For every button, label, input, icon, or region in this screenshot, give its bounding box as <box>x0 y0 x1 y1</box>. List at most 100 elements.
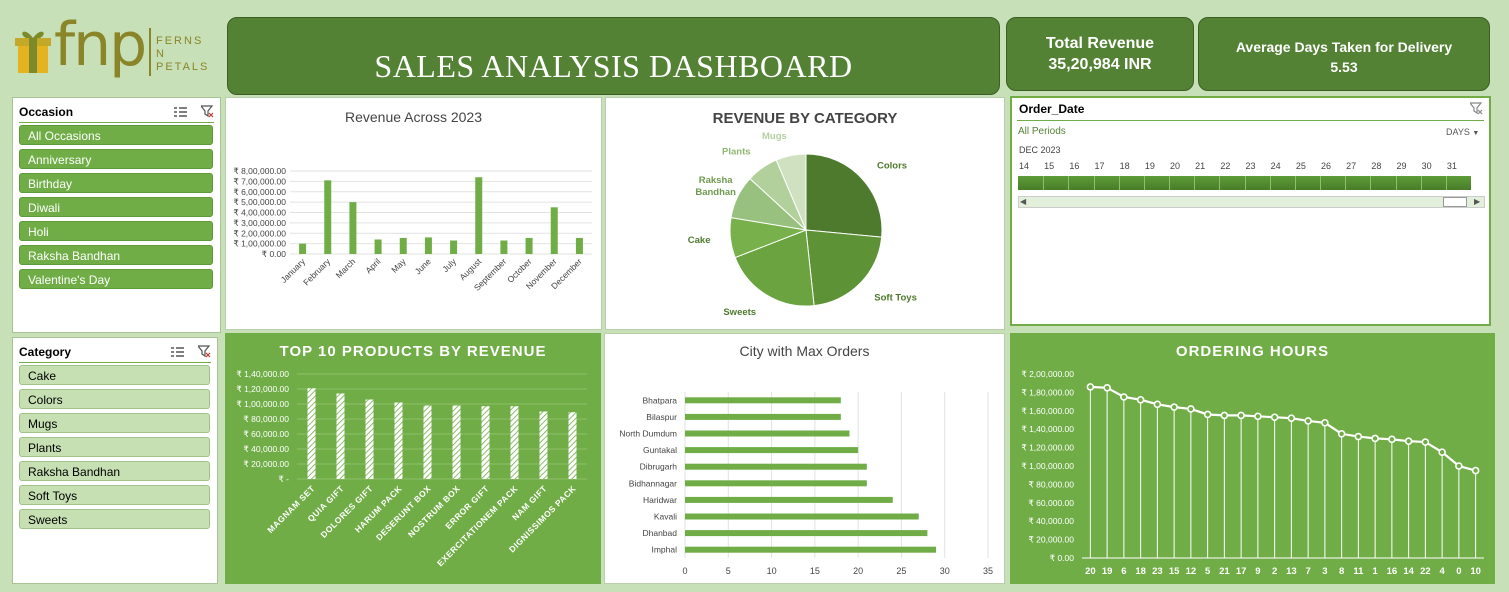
timeline-day-tick <box>1194 176 1196 190</box>
scroll-thumb[interactable] <box>1443 197 1467 207</box>
line-marker <box>1170 403 1178 411</box>
y-tick-label: North Dumdum <box>619 429 677 439</box>
category-item[interactable]: Colors <box>19 389 210 409</box>
x-tick-label: 2 <box>1272 566 1277 577</box>
pie-label: Plants <box>722 147 751 158</box>
city-orders-chart: 0 5 10 15 20 25 30 35 Bhatpara Bilaspur North Dumd… <box>619 392 993 576</box>
logo-word-2: N <box>156 48 164 60</box>
y-tick-label: Bhatpara <box>643 395 678 405</box>
timeline-day-label: 30 <box>1421 161 1432 171</box>
timeline-level-dropdown[interactable]: DAYS ▼ <box>1446 127 1479 137</box>
timeline-day-label: 27 <box>1346 161 1357 171</box>
line-marker <box>1120 393 1128 401</box>
category-item[interactable]: Soft Toys <box>19 485 210 505</box>
order-date-timeline: Order_Date All Periods DAYS ▼ DEC 2023 1… <box>1010 96 1491 326</box>
occasion-item[interactable]: Holi <box>19 221 213 241</box>
occasion-item[interactable]: All Occasions <box>19 125 213 145</box>
timeline-day-tick <box>1345 176 1347 190</box>
line-marker <box>1438 448 1446 456</box>
bar <box>324 180 332 254</box>
category-pie-chart: Colors Soft Toys Sweets Cake Raksha Bandhan Pl… <box>688 131 917 318</box>
y-tick-label: ₹ 7,00,000.00 <box>233 176 286 186</box>
timeline-day-label: 22 <box>1220 161 1231 171</box>
line-marker <box>1103 383 1111 392</box>
y-tick-label: ₹ 4,00,000.00 <box>233 208 286 218</box>
x-tick-label: 21 <box>1219 566 1230 577</box>
timeline-day-tick <box>1169 176 1170 190</box>
category-item[interactable]: Plants <box>19 437 210 457</box>
timeline-scrollbar[interactable]: ◀ ▶ <box>1018 196 1485 208</box>
line-marker <box>1321 418 1329 427</box>
timeline-day-label: 25 <box>1295 161 1306 171</box>
city-orders-panel: City with Max Orders 0 5 10 15 20 25 30 35 Bhatp… <box>604 333 1005 584</box>
occasion-item[interactable]: Birthday <box>19 173 213 193</box>
category-item[interactable]: Mugs <box>19 413 210 433</box>
y-tick-label: ₹ 1,20,000.00 <box>236 384 289 394</box>
x-tick-label: 12 <box>1186 566 1197 577</box>
scroll-left-icon[interactable]: ◀ <box>1020 197 1026 206</box>
timeline-day-label: 18 <box>1119 161 1130 171</box>
line-marker <box>1337 430 1346 438</box>
x-tick-label: 6 <box>1121 566 1126 577</box>
avg-delivery-label: Average Days Taken for Delivery <box>1235 39 1453 55</box>
x-tick-label: MAGNAM SET <box>265 483 317 535</box>
timeline-level: DAYS <box>1446 127 1470 137</box>
y-tick-label: ₹ 0.00 <box>262 249 287 259</box>
y-tick-label: ₹ 1,00,000.00 <box>236 399 289 409</box>
clear-filter-icon[interactable] <box>198 345 211 358</box>
x-tick-label: 17 <box>1236 566 1247 577</box>
occasion-item[interactable]: Diwali <box>19 197 213 217</box>
y-tick-label: ₹ 20,000.00 <box>243 459 289 469</box>
x-tick-label: March <box>334 256 358 280</box>
bar <box>685 530 928 537</box>
timeline-day-tick <box>1294 176 1296 190</box>
bar <box>550 207 558 254</box>
occasion-item[interactable]: Anniversary <box>19 149 213 169</box>
timeline-day-label: 31 <box>1446 161 1457 171</box>
clear-filter-icon[interactable] <box>201 105 214 118</box>
y-tick-label: ₹ 80,000.00 <box>1028 479 1074 489</box>
y-tick-label: ₹ 1,60,000.00 <box>1021 406 1074 416</box>
x-tick-label: July <box>440 256 458 274</box>
logo-mark: fnp <box>54 10 147 80</box>
x-tick-label: 7 <box>1305 566 1310 577</box>
x-tick-label: 8 <box>1339 566 1344 577</box>
bar <box>481 406 490 479</box>
pie-label: Cake <box>688 235 711 246</box>
timeline-day-tick <box>1320 176 1321 190</box>
total-revenue-label: Total Revenue <box>1045 34 1155 52</box>
timeline-day-label: 29 <box>1396 161 1407 171</box>
bar <box>500 240 508 254</box>
ordering-hours-panel: ORDERING HOURS ₹ 0.00 ₹ 20,000.00 ₹ 40,000… <box>1010 333 1495 584</box>
avg-delivery-value: 5.53 <box>1330 59 1358 75</box>
bar <box>525 237 533 254</box>
timeline-day-label: 21 <box>1195 161 1206 171</box>
multi-select-icon[interactable] <box>171 346 184 358</box>
multi-select-icon[interactable] <box>174 106 187 118</box>
x-tick-label: April <box>363 256 382 275</box>
timeline-day-tick <box>1093 176 1095 190</box>
timeline-day-label: 16 <box>1069 161 1080 171</box>
bar <box>685 480 867 487</box>
line-marker <box>1421 438 1430 446</box>
occasion-item[interactable]: Valentine's Day <box>19 269 213 289</box>
total-revenue-value: 35,20,984 INR <box>1048 55 1152 73</box>
y-tick-label: ₹ 6,00,000.00 <box>233 187 286 197</box>
scroll-right-icon[interactable]: ▶ <box>1474 197 1480 206</box>
bar <box>394 402 403 479</box>
x-tick-label: 10 <box>1470 566 1481 577</box>
line-marker <box>1471 466 1480 475</box>
occasion-item[interactable]: Raksha Bandhan <box>19 245 213 265</box>
category-item[interactable]: Cake <box>19 365 210 385</box>
category-item[interactable]: Sweets <box>19 509 210 529</box>
category-slicer-title: Category <box>19 344 72 359</box>
clear-filter-icon[interactable] <box>1470 102 1483 115</box>
x-tick-label: 5 <box>1205 566 1211 577</box>
timeline-day-label: 14 <box>1019 161 1030 171</box>
timeline-day-tick <box>1068 176 1070 190</box>
bar <box>452 405 461 479</box>
category-item[interactable]: Raksha Bandhan <box>19 461 210 481</box>
timeline-day-tick <box>1445 176 1447 190</box>
y-tick-label: Imphal <box>651 545 677 555</box>
line-marker <box>1304 417 1312 425</box>
